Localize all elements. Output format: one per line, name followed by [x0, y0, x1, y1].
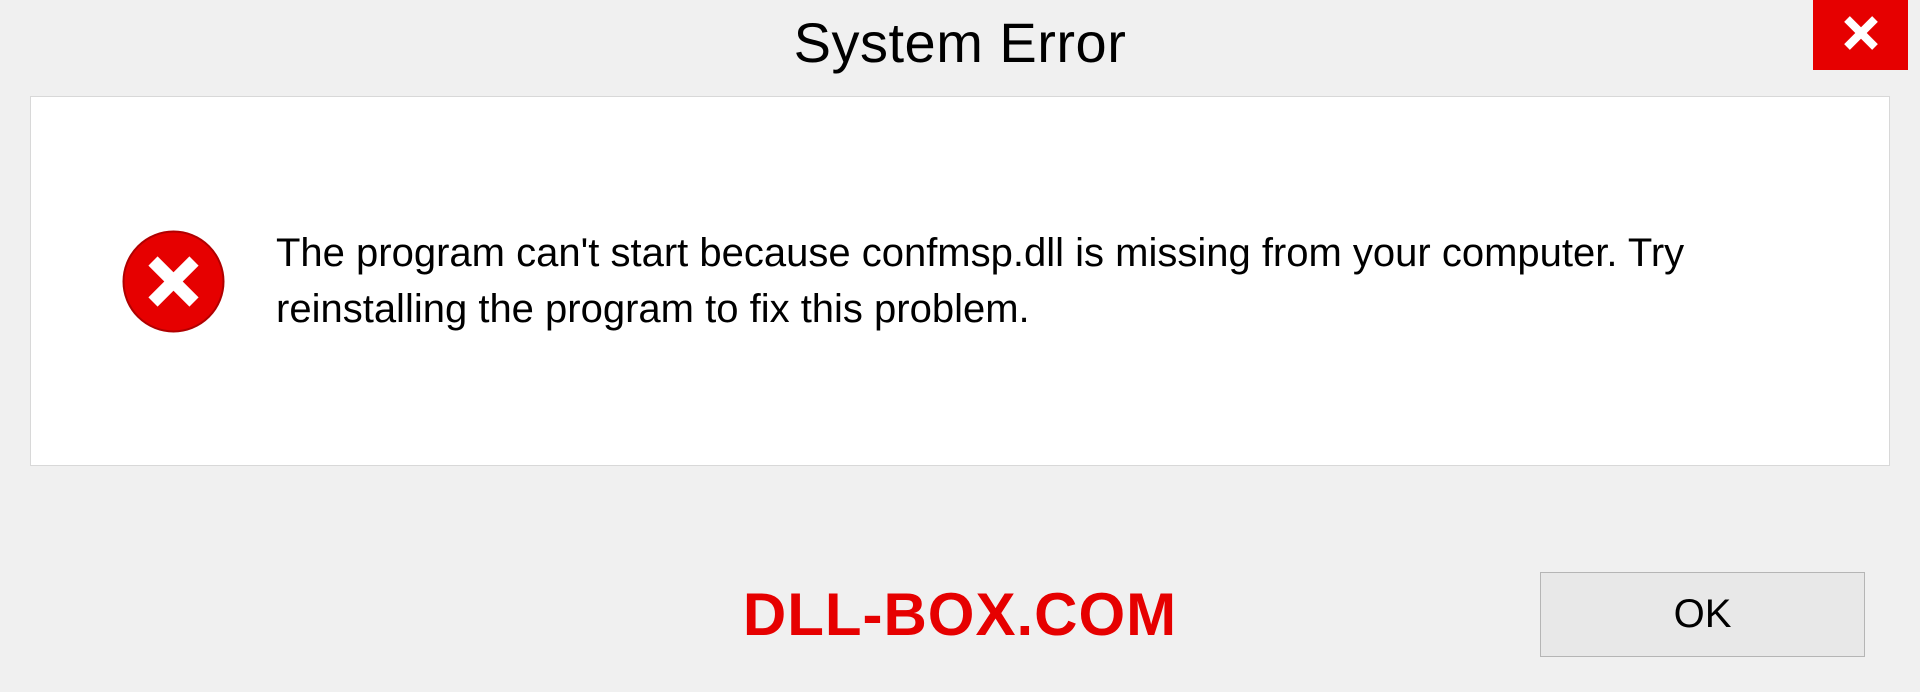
title-bar: System Error [0, 0, 1920, 96]
content-panel: The program can't start because confmsp.… [30, 96, 1890, 466]
close-button[interactable] [1813, 0, 1908, 70]
error-message: The program can't start because confmsp.… [276, 225, 1829, 337]
watermark-text: DLL-BOX.COM [743, 580, 1177, 649]
close-icon [1841, 13, 1881, 58]
ok-button[interactable]: OK [1540, 572, 1865, 657]
dialog-title: System Error [794, 10, 1127, 75]
error-dialog-window: System Error The program can't start bec… [0, 0, 1920, 692]
bottom-bar: DLL-BOX.COM OK [0, 572, 1920, 657]
error-icon [121, 229, 226, 334]
